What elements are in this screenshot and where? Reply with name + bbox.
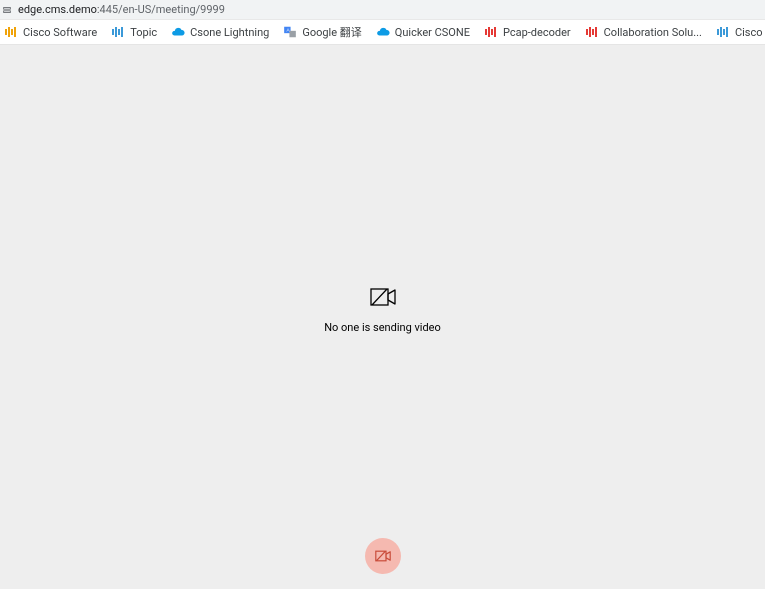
site-info-icon[interactable] bbox=[2, 5, 12, 15]
url-host: edge.cms.demo bbox=[18, 3, 97, 16]
bookmark-item[interactable]: Cisco bbox=[714, 23, 765, 41]
no-video-text: No one is sending video bbox=[283, 321, 483, 334]
bookmark-item[interactable]: Cisco Software bbox=[2, 23, 99, 41]
bookmark-label: Google 翻译 bbox=[302, 24, 361, 40]
bookmark-bar: Cisco Software Topic Csone Lightning A Googl… bbox=[0, 20, 765, 45]
cloud-icon bbox=[376, 25, 390, 39]
grid-icon bbox=[716, 25, 730, 39]
translate-icon: A bbox=[283, 25, 297, 39]
no-video-indicator: No one is sending video bbox=[283, 287, 483, 334]
bookmark-item[interactable]: A Google 翻译 bbox=[281, 22, 363, 42]
bookmark-item[interactable]: Csone Lightning bbox=[169, 23, 271, 41]
bookmark-item[interactable]: Topic bbox=[109, 23, 159, 41]
camera-toggle-button[interactable] bbox=[365, 538, 401, 574]
bookmark-label: Cisco Software bbox=[23, 26, 97, 39]
url-text[interactable]: edge.cms.demo:445/en-US/meeting/9999 bbox=[18, 3, 225, 16]
bookmark-label: Collaboration Solu... bbox=[604, 26, 702, 39]
grid-icon bbox=[484, 25, 498, 39]
grid-icon bbox=[111, 25, 125, 39]
bookmark-item[interactable]: Pcap-decoder bbox=[482, 23, 573, 41]
bookmark-label: Quicker CSONE bbox=[395, 26, 470, 39]
bookmark-item[interactable]: Collaboration Solu... bbox=[583, 23, 704, 41]
cloud-icon bbox=[171, 25, 185, 39]
url-path: :445/en-US/meeting/9999 bbox=[97, 3, 225, 16]
address-bar: edge.cms.demo:445/en-US/meeting/9999 bbox=[0, 0, 765, 20]
bookmark-label: Cisco bbox=[735, 26, 763, 39]
grid-icon bbox=[4, 25, 18, 39]
bookmark-label: Pcap-decoder bbox=[503, 26, 571, 39]
camera-off-icon bbox=[370, 287, 396, 307]
grid-icon bbox=[585, 25, 599, 39]
bookmark-label: Topic bbox=[130, 26, 157, 39]
bookmark-item[interactable]: Quicker CSONE bbox=[374, 23, 472, 41]
camera-off-icon bbox=[375, 550, 391, 562]
bookmark-label: Csone Lightning bbox=[190, 26, 269, 39]
meeting-content: No one is sending video bbox=[0, 45, 765, 589]
